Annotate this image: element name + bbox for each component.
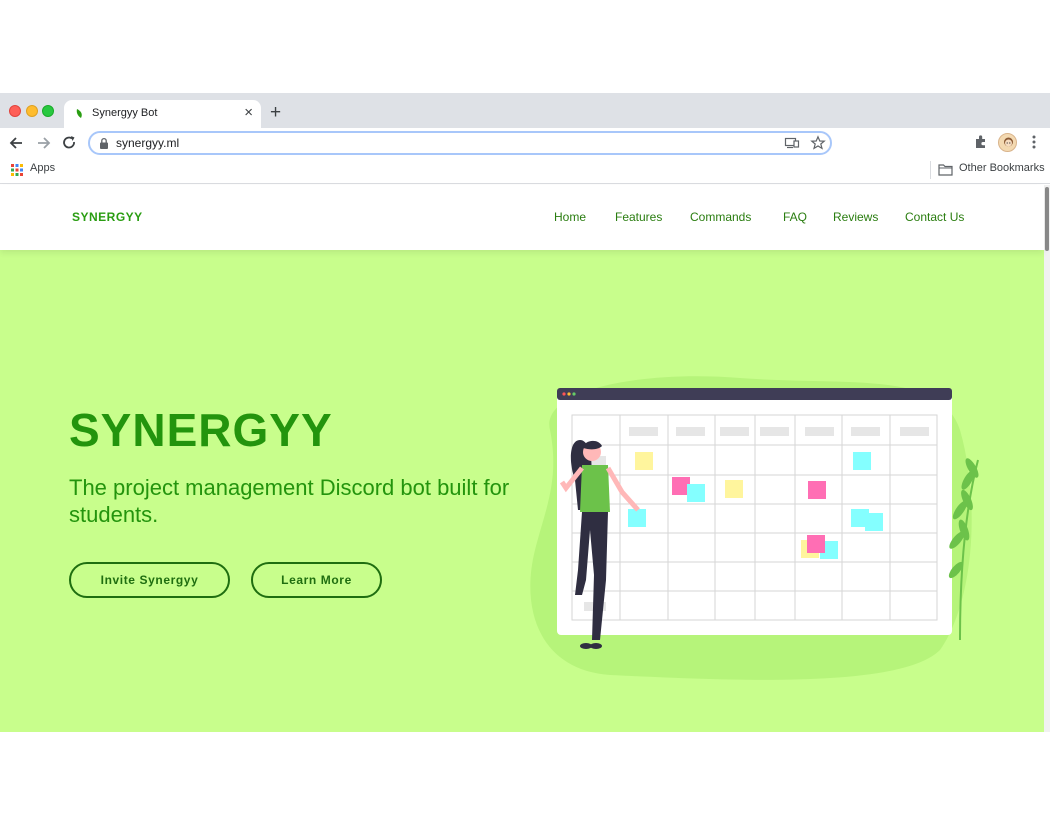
leaf-icon xyxy=(76,109,82,118)
site-logo[interactable]: SYNERGYY xyxy=(72,210,143,224)
apps-bookmark[interactable]: Apps xyxy=(30,162,55,174)
hero-subtitle: The project management Discord bot built… xyxy=(69,475,510,527)
bookmarks-divider xyxy=(930,161,931,179)
profile-avatar[interactable] xyxy=(998,133,1017,152)
hero-section: SYNERGYY The project management Discord … xyxy=(0,250,1044,732)
nav-features[interactable]: Features xyxy=(615,210,662,224)
extensions-icon[interactable] xyxy=(972,133,990,151)
apps-icon[interactable] xyxy=(11,164,23,176)
nav-commands[interactable]: Commands xyxy=(690,210,751,224)
close-window-button[interactable] xyxy=(9,105,21,117)
nav-contact-us[interactable]: Contact Us xyxy=(905,210,964,224)
scrollbar[interactable] xyxy=(1044,185,1050,732)
lock-icon xyxy=(100,137,108,149)
bookmarks-bar: Apps Other Bookmarks xyxy=(0,158,1050,184)
back-icon[interactable] xyxy=(7,133,27,153)
reload-icon[interactable] xyxy=(59,133,79,153)
invite-button[interactable]: Invite Synergyy xyxy=(69,562,230,598)
tab-title: Synergyy Bot xyxy=(92,107,158,119)
other-bookmarks[interactable]: Other Bookmarks xyxy=(959,162,1045,174)
nav-reviews[interactable]: Reviews xyxy=(833,210,878,224)
minimize-window-button[interactable] xyxy=(26,105,38,117)
forward-icon[interactable] xyxy=(33,133,53,153)
maximize-window-button[interactable] xyxy=(42,105,54,117)
star-icon[interactable] xyxy=(810,135,826,151)
url-text: synergyy.ml xyxy=(116,136,180,150)
bottom-margin xyxy=(0,732,1050,825)
new-tab-button[interactable]: + xyxy=(270,100,281,126)
calendar-illustration xyxy=(530,376,979,680)
tab-close-button[interactable]: × xyxy=(244,104,253,122)
address-bar[interactable]: synergyy.ml xyxy=(88,131,832,155)
site-header: SYNERGYY Home Features Commands FAQ Revi… xyxy=(0,185,1044,250)
browser-tab[interactable]: Synergyy Bot × xyxy=(64,100,261,128)
nav-faq[interactable]: FAQ xyxy=(783,210,807,224)
scrollbar-thumb[interactable] xyxy=(1045,187,1049,251)
top-margin xyxy=(0,0,1050,93)
learn-more-button[interactable]: Learn More xyxy=(251,562,382,598)
hero-title: SYNERGYY xyxy=(69,404,333,456)
cast-icon[interactable] xyxy=(784,135,800,151)
folder-icon xyxy=(938,164,953,176)
menu-icon[interactable] xyxy=(1025,133,1043,151)
nav-home[interactable]: Home xyxy=(554,210,586,224)
